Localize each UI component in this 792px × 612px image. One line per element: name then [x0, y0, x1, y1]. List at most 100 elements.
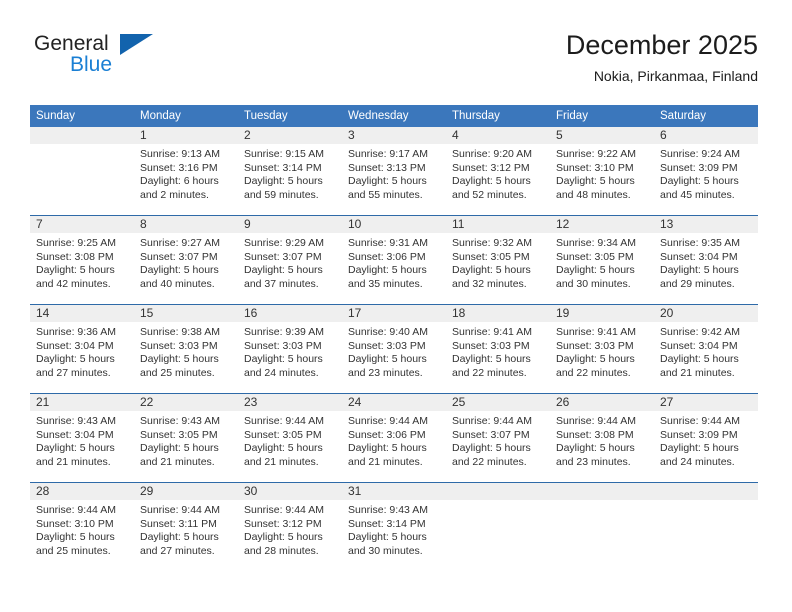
- day-details: Sunrise: 9:20 AM Sunset: 3:12 PM Daylight:…: [446, 144, 550, 202]
- sunrise-time: Sunrise: 9:44 AM: [36, 504, 116, 516]
- sunset-time: Sunset: 3:03 PM: [348, 339, 426, 352]
- daylight-duration-line1: Daylight: 5 hours: [140, 442, 219, 455]
- daylight-duration-line1: Daylight: 5 hours: [36, 442, 115, 455]
- calendar-day-cell[interactable]: 3 Sunrise: 9:17 AM Sunset: 3:13 PM Daylight…: [342, 127, 446, 216]
- day-details: Sunrise: 9:44 AM Sunset: 3:07 PM Daylight:…: [446, 411, 550, 469]
- daylight-duration-line1: Daylight: 5 hours: [244, 442, 323, 455]
- sunrise-time: Sunrise: 9:41 AM: [556, 326, 636, 338]
- daylight-duration-line2: and 24 minutes.: [244, 366, 319, 379]
- calendar-day-cell[interactable]: 30 Sunrise: 9:44 AM Sunset: 3:12 PM Dayligh…: [238, 482, 342, 571]
- sunrise-time: Sunrise: 9:29 AM: [244, 237, 324, 249]
- calendar-day-cell[interactable]: 21 Sunrise: 9:43 AM Sunset: 3:04 PM Dayligh…: [30, 393, 134, 483]
- day-number: 19: [550, 305, 654, 322]
- general-blue-logo[interactable]: General Blue: [34, 32, 234, 88]
- calendar-day-cell[interactable]: 31 Sunrise: 9:43 AM Sunset: 3:14 PM Dayligh…: [342, 482, 446, 571]
- daylight-duration-line1: Daylight: 5 hours: [452, 442, 531, 455]
- sunset-time: Sunset: 3:10 PM: [556, 161, 634, 174]
- sunrise-time: Sunrise: 9:17 AM: [348, 148, 428, 160]
- calendar-day-cell[interactable]: 19 Sunrise: 9:41 AM Sunset: 3:03 PM Dayligh…: [550, 304, 654, 394]
- calendar-day-cell[interactable]: 2 Sunrise: 9:15 AM Sunset: 3:14 PM Daylight…: [238, 127, 342, 216]
- sunrise-time: Sunrise: 9:31 AM: [348, 237, 428, 249]
- daylight-duration-line2: and 59 minutes.: [244, 188, 319, 201]
- calendar-day-cell[interactable]: 29 Sunrise: 9:44 AM Sunset: 3:11 PM Dayligh…: [134, 482, 238, 571]
- weekday-header-friday: Friday: [550, 105, 654, 127]
- calendar-day-cell[interactable]: 26 Sunrise: 9:44 AM Sunset: 3:08 PM Dayligh…: [550, 393, 654, 483]
- calendar-day-cell[interactable]: 10 Sunrise: 9:31 AM Sunset: 3:06 PM Dayligh…: [342, 215, 446, 305]
- calendar-day-cell[interactable]: 1 Sunrise: 9:13 AM Sunset: 3:16 PM Daylight…: [134, 127, 238, 216]
- sunset-time: Sunset: 3:05 PM: [140, 428, 218, 441]
- calendar-day-cell[interactable]: 18 Sunrise: 9:41 AM Sunset: 3:03 PM Dayligh…: [446, 304, 550, 394]
- calendar-day-cell[interactable]: 12 Sunrise: 9:34 AM Sunset: 3:05 PM Dayligh…: [550, 215, 654, 305]
- calendar-day-cell-empty: [446, 482, 550, 571]
- day-details: Sunrise: 9:44 AM Sunset: 3:11 PM Daylight:…: [134, 500, 238, 558]
- day-details: Sunrise: 9:31 AM Sunset: 3:06 PM Daylight:…: [342, 233, 446, 291]
- sunset-time: Sunset: 3:04 PM: [36, 428, 114, 441]
- daylight-duration-line2: and 25 minutes.: [140, 366, 215, 379]
- sunset-time: Sunset: 3:16 PM: [140, 161, 218, 174]
- day-number: 23: [238, 394, 342, 411]
- day-number: 9: [238, 216, 342, 233]
- day-number: 14: [30, 305, 134, 322]
- sunrise-time: Sunrise: 9:35 AM: [660, 237, 740, 249]
- sunrise-time: Sunrise: 9:44 AM: [452, 415, 532, 427]
- calendar-day-cell[interactable]: 9 Sunrise: 9:29 AM Sunset: 3:07 PM Daylight…: [238, 215, 342, 305]
- daylight-duration-line1: Daylight: 5 hours: [348, 442, 427, 455]
- sunset-time: Sunset: 3:05 PM: [556, 250, 634, 263]
- daylight-duration-line1: Daylight: 5 hours: [140, 531, 219, 544]
- daylight-duration-line1: Daylight: 5 hours: [348, 353, 427, 366]
- sunrise-time: Sunrise: 9:43 AM: [36, 415, 116, 427]
- daylight-duration-line1: Daylight: 5 hours: [556, 264, 635, 277]
- daylight-duration-line1: Daylight: 5 hours: [244, 531, 323, 544]
- day-number: 1: [134, 127, 238, 144]
- day-number: 15: [134, 305, 238, 322]
- calendar-day-cell[interactable]: 22 Sunrise: 9:43 AM Sunset: 3:05 PM Dayligh…: [134, 393, 238, 483]
- calendar-day-cell[interactable]: 27 Sunrise: 9:44 AM Sunset: 3:09 PM Dayligh…: [654, 393, 758, 483]
- calendar-day-cell[interactable]: 7 Sunrise: 9:25 AM Sunset: 3:08 PM Daylight…: [30, 215, 134, 305]
- sunrise-time: Sunrise: 9:20 AM: [452, 148, 532, 160]
- daylight-duration-line1: Daylight: 5 hours: [452, 264, 531, 277]
- sunrise-time: Sunrise: 9:40 AM: [348, 326, 428, 338]
- calendar-day-cell[interactable]: 15 Sunrise: 9:38 AM Sunset: 3:03 PM Dayligh…: [134, 304, 238, 394]
- weekday-header-thursday: Thursday: [446, 105, 550, 127]
- calendar-day-cell[interactable]: 4 Sunrise: 9:20 AM Sunset: 3:12 PM Daylight…: [446, 127, 550, 216]
- daylight-duration-line1: Daylight: 5 hours: [348, 264, 427, 277]
- sunrise-time: Sunrise: 9:32 AM: [452, 237, 532, 249]
- daylight-duration-line2: and 27 minutes.: [140, 544, 215, 557]
- calendar-day-cell[interactable]: 11 Sunrise: 9:32 AM Sunset: 3:05 PM Dayligh…: [446, 215, 550, 305]
- page-subtitle: Nokia, Pirkanmaa, Finland: [593, 68, 758, 84]
- calendar-day-cell[interactable]: 20 Sunrise: 9:42 AM Sunset: 3:04 PM Dayligh…: [654, 304, 758, 394]
- day-details: Sunrise: 9:39 AM Sunset: 3:03 PM Daylight:…: [238, 322, 342, 380]
- day-details: Sunrise: 9:44 AM Sunset: 3:12 PM Daylight:…: [238, 500, 342, 558]
- day-number: 8: [134, 216, 238, 233]
- daylight-duration-line1: Daylight: 5 hours: [36, 531, 115, 544]
- calendar-day-cell[interactable]: 6 Sunrise: 9:24 AM Sunset: 3:09 PM Daylight…: [654, 127, 758, 216]
- sunrise-time: Sunrise: 9:41 AM: [452, 326, 532, 338]
- sunrise-time: Sunrise: 9:44 AM: [660, 415, 740, 427]
- sunset-time: Sunset: 3:03 PM: [452, 339, 530, 352]
- sunrise-time: Sunrise: 9:42 AM: [660, 326, 740, 338]
- sunrise-time: Sunrise: 9:43 AM: [348, 504, 428, 516]
- day-number: 30: [238, 483, 342, 500]
- calendar-day-cell[interactable]: 5 Sunrise: 9:22 AM Sunset: 3:10 PM Daylight…: [550, 127, 654, 216]
- calendar-day-cell[interactable]: 13 Sunrise: 9:35 AM Sunset: 3:04 PM Dayligh…: [654, 215, 758, 305]
- sunset-time: Sunset: 3:05 PM: [452, 250, 530, 263]
- calendar-day-cell[interactable]: 23 Sunrise: 9:44 AM Sunset: 3:05 PM Dayligh…: [238, 393, 342, 483]
- weekday-header-saturday: Saturday: [654, 105, 758, 127]
- calendar-weekday-header: Sunday Monday Tuesday Wednesday Thursday…: [30, 105, 758, 127]
- daylight-duration-line1: Daylight: 5 hours: [556, 442, 635, 455]
- day-number: [550, 483, 654, 500]
- day-details: Sunrise: 9:41 AM Sunset: 3:03 PM Daylight:…: [446, 322, 550, 380]
- sunset-time: Sunset: 3:09 PM: [660, 161, 738, 174]
- day-details: Sunrise: 9:34 AM Sunset: 3:05 PM Daylight:…: [550, 233, 654, 291]
- day-number: 22: [134, 394, 238, 411]
- calendar-day-cell[interactable]: 16 Sunrise: 9:39 AM Sunset: 3:03 PM Dayligh…: [238, 304, 342, 394]
- sunrise-time: Sunrise: 9:38 AM: [140, 326, 220, 338]
- calendar-day-cell[interactable]: 14 Sunrise: 9:36 AM Sunset: 3:04 PM Dayligh…: [30, 304, 134, 394]
- daylight-duration-line1: Daylight: 5 hours: [660, 353, 739, 366]
- calendar-day-cell[interactable]: 25 Sunrise: 9:44 AM Sunset: 3:07 PM Dayligh…: [446, 393, 550, 483]
- calendar-day-cell[interactable]: 24 Sunrise: 9:44 AM Sunset: 3:06 PM Dayligh…: [342, 393, 446, 483]
- calendar-day-cell[interactable]: 28 Sunrise: 9:44 AM Sunset: 3:10 PM Dayligh…: [30, 482, 134, 571]
- calendar-day-cell[interactable]: 8 Sunrise: 9:27 AM Sunset: 3:07 PM Daylight…: [134, 215, 238, 305]
- weekday-header-wednesday: Wednesday: [342, 105, 446, 127]
- calendar-day-cell[interactable]: 17 Sunrise: 9:40 AM Sunset: 3:03 PM Dayligh…: [342, 304, 446, 394]
